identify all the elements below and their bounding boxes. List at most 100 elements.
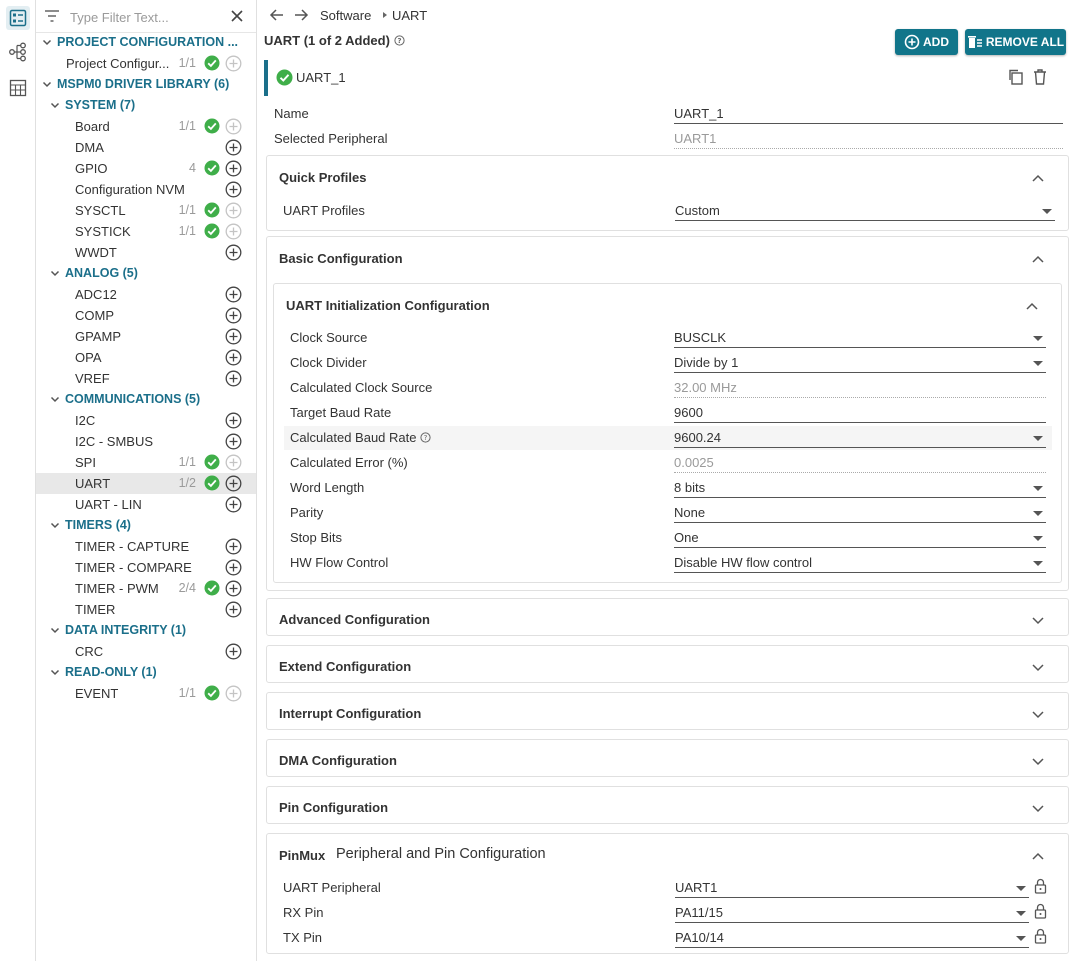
filter-input[interactable] (70, 7, 220, 27)
tree-item-gpio[interactable]: GPIO 4 (36, 158, 256, 179)
tree-mspm0-driver-library[interactable]: MSPM0 DRIVER LIBRARY (6) (36, 74, 256, 95)
tree-group-system[interactable]: SYSTEM (7) (36, 95, 256, 116)
add-instance-icon[interactable] (225, 181, 242, 201)
extend-configuration-card[interactable]: Extend Configuration (266, 645, 1069, 683)
name-input[interactable]: UART_1 (674, 106, 1063, 124)
uart-peripheral-select[interactable]: UART1 (675, 880, 1029, 898)
add-instance-icon[interactable] (225, 538, 242, 558)
chevron-down-icon[interactable] (49, 267, 61, 282)
tree-item-uart-lin[interactable]: UART - LIN (36, 494, 256, 515)
chevron-down-icon[interactable] (41, 36, 53, 51)
remove-all-button[interactable]: REMOVE ALL (965, 29, 1066, 55)
tree-item-i2c-smbus[interactable]: I2C - SMBUS (36, 431, 256, 452)
chevron-down-icon[interactable] (1032, 613, 1044, 628)
add-instance-icon[interactable] (225, 307, 242, 327)
chevron-down-icon[interactable] (49, 666, 61, 681)
chevron-down-icon[interactable] (41, 78, 53, 93)
add-instance-icon[interactable] (225, 349, 242, 369)
tree-group-analog[interactable]: ANALOG (5) (36, 263, 256, 284)
add-instance-icon[interactable] (225, 475, 242, 495)
rx-pin-select[interactable]: PA11/15 (675, 905, 1029, 923)
parity-select[interactable]: None (674, 505, 1046, 523)
tree-item-systick[interactable]: SYSTICK 1/1 (36, 221, 256, 242)
tree-item-opa[interactable]: OPA (36, 347, 256, 368)
advanced-configuration-card[interactable]: Advanced Configuration (266, 598, 1069, 636)
pinmux-tag[interactable]: PinMux (279, 848, 325, 863)
add-instance-icon[interactable] (225, 643, 242, 663)
chevron-down-icon[interactable] (1032, 801, 1044, 816)
clear-filter-icon[interactable] (230, 9, 244, 26)
chevron-up-icon[interactable] (1032, 170, 1044, 185)
uart-init-configuration-title[interactable]: UART Initialization Configuration (286, 298, 490, 313)
tree-item-uart[interactable]: UART 1/2 (36, 473, 256, 494)
chevron-down-icon[interactable] (1032, 707, 1044, 722)
add-instance-icon[interactable] (225, 160, 242, 180)
clock-source-select[interactable]: BUSCLK (674, 330, 1046, 348)
add-instance-icon[interactable] (225, 286, 242, 306)
tree-item-timer-capture[interactable]: TIMER - CAPTURE (36, 536, 256, 557)
breadcrumb-software[interactable]: Software (320, 8, 371, 23)
tree-item-crc[interactable]: CRC (36, 641, 256, 662)
tree-item-vref[interactable]: VREF (36, 368, 256, 389)
tree-group-timers[interactable]: TIMERS (4) (36, 515, 256, 536)
tree-group-communications[interactable]: COMMUNICATIONS (5) (36, 389, 256, 410)
interrupt-configuration-card[interactable]: Interrupt Configuration (266, 692, 1069, 730)
add-instance-icon[interactable] (225, 601, 242, 621)
clock-divider-select[interactable]: Divide by 1 (674, 355, 1046, 373)
tree-project-configuration[interactable]: PROJECT CONFIGURATION ... (36, 32, 256, 53)
instance-header-uart-1[interactable]: UART_1 (264, 60, 1072, 96)
chevron-up-icon[interactable] (1032, 251, 1044, 266)
chevron-down-icon[interactable] (1032, 660, 1044, 675)
hierarchy-view-icon[interactable] (6, 40, 30, 64)
copy-icon[interactable] (1007, 68, 1025, 89)
lock-icon[interactable] (1034, 878, 1047, 897)
add-instance-icon[interactable] (225, 433, 242, 453)
quick-profiles-title[interactable]: Quick Profiles (279, 170, 366, 185)
basic-configuration-title[interactable]: Basic Configuration (279, 251, 403, 266)
tree-item-event[interactable]: EVENT 1/1 (36, 683, 256, 704)
back-arrow-icon[interactable] (269, 7, 285, 26)
add-instance-icon[interactable] (225, 139, 242, 159)
tree-item-timer-pwm[interactable]: TIMER - PWM 2/4 (36, 578, 256, 599)
tree-item-i2c[interactable]: I2C (36, 410, 256, 431)
tree-item-comp[interactable]: COMP (36, 305, 256, 326)
tree-item-board[interactable]: Board 1/1 (36, 116, 256, 137)
add-instance-icon[interactable] (225, 559, 242, 579)
delete-icon[interactable] (1032, 68, 1048, 89)
chevron-up-icon[interactable] (1026, 298, 1038, 313)
add-instance-icon[interactable] (225, 370, 242, 390)
pin-configuration-card[interactable]: Pin Configuration (266, 786, 1069, 824)
chevron-down-icon[interactable] (49, 393, 61, 408)
table-view-icon[interactable] (6, 76, 30, 100)
tx-pin-select[interactable]: PA10/14 (675, 930, 1029, 948)
add-instance-icon[interactable] (225, 244, 242, 264)
tree-item-gpamp[interactable]: GPAMP (36, 326, 256, 347)
tree-item-configuration-nvm[interactable]: Configuration NVM (36, 179, 256, 200)
target-baud-input[interactable]: 9600 (674, 405, 1046, 423)
add-instance-icon[interactable] (225, 328, 242, 348)
tree-item-adc12[interactable]: ADC12 (36, 284, 256, 305)
uart-profiles-select[interactable]: Custom (675, 203, 1055, 221)
software-view-icon[interactable] (6, 6, 30, 30)
forward-arrow-icon[interactable] (293, 7, 309, 26)
chevron-down-icon[interactable] (1032, 754, 1044, 769)
tree-item-spi[interactable]: SPI 1/1 (36, 452, 256, 473)
tree-item-dma[interactable]: DMA (36, 137, 256, 158)
add-instance-icon[interactable] (225, 580, 242, 600)
chevron-down-icon[interactable] (49, 624, 61, 639)
chevron-down-icon[interactable] (49, 519, 61, 534)
calc-baud-select[interactable]: 9600.24 (674, 430, 1046, 448)
word-length-select[interactable]: 8 bits (674, 480, 1046, 498)
tree-item-project-configuration[interactable]: Project Configur... 1/1 (36, 53, 256, 74)
add-instance-icon[interactable] (225, 412, 242, 432)
tree-item-sysctl[interactable]: SYSCTL 1/1 (36, 200, 256, 221)
chevron-up-icon[interactable] (1032, 848, 1044, 863)
lock-icon[interactable] (1034, 928, 1047, 947)
add-instance-icon[interactable] (225, 496, 242, 516)
help-icon[interactable]: ? (393, 34, 405, 49)
tree-item-timer-compare[interactable]: TIMER - COMPARE (36, 557, 256, 578)
stop-bits-select[interactable]: One (674, 530, 1046, 548)
add-button[interactable]: ADD (895, 29, 958, 55)
hw-flow-select[interactable]: Disable HW flow control (674, 555, 1046, 573)
tree-item-timer[interactable]: TIMER (36, 599, 256, 620)
